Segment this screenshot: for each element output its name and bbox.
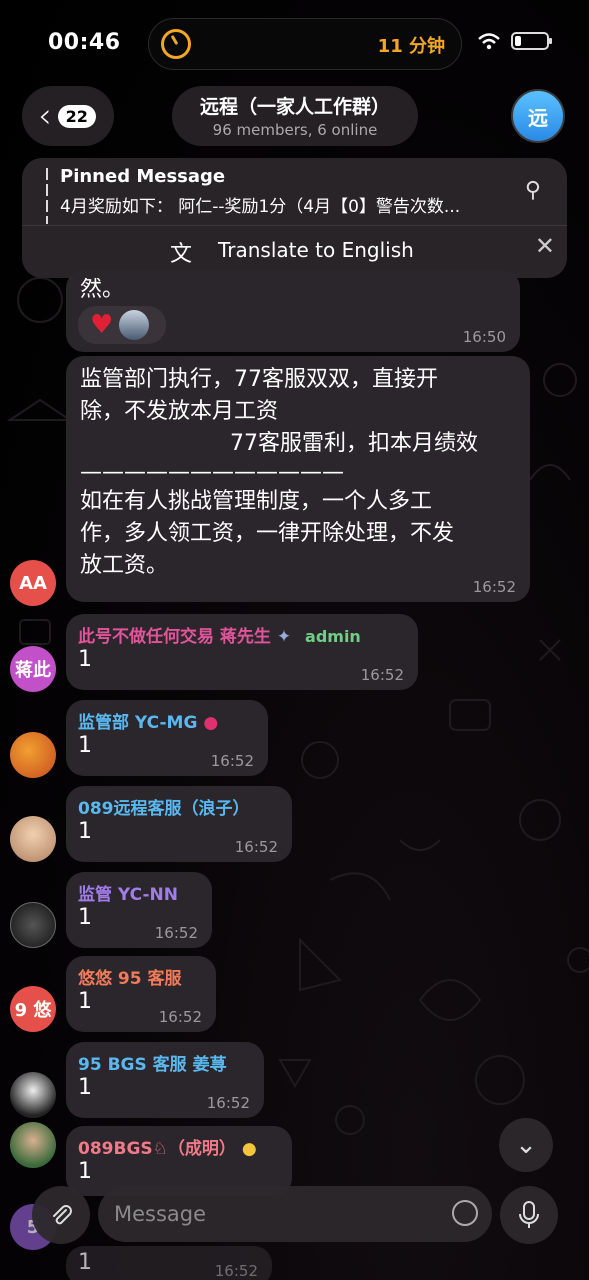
unread-count-badge: 22	[57, 104, 96, 128]
chat-avatar[interactable]: 远	[511, 89, 565, 143]
message-time: 16:52	[472, 578, 516, 596]
battery-icon	[511, 32, 552, 50]
reactor-avatar	[119, 310, 150, 340]
child-photo-avatar[interactable]	[10, 816, 56, 862]
message-text: 1	[78, 1159, 92, 1184]
message-line: ————————————	[80, 460, 344, 485]
duck-avatar[interactable]	[10, 732, 56, 778]
sender-name-text: 089BGS♘（成明）	[78, 1139, 236, 1159]
pinned-label: Pinned Message	[60, 166, 226, 187]
attach-button[interactable]	[32, 1186, 90, 1244]
emoji-icon: ●	[203, 713, 219, 733]
sender-name: 悠悠 95 客服	[78, 969, 182, 989]
message-bubble[interactable]: 然。 ♥ 16:50	[66, 270, 520, 352]
sticker-icon[interactable]	[452, 1200, 478, 1226]
message-bubble[interactable]: 监管部 YC-MG ● 1 16:52	[66, 700, 268, 776]
sender-name: 089BGS♘（成明） ●	[78, 1134, 280, 1159]
avatar[interactable]: 蒋此	[10, 646, 56, 692]
message-input[interactable]	[114, 1202, 414, 1226]
message-bubble[interactable]: 1 16:52	[66, 1246, 272, 1280]
message-time: 16:52	[206, 1094, 250, 1112]
message-line: 如在有人挑战管理制度，一个人多工	[80, 489, 433, 514]
voice-button[interactable]	[500, 1186, 558, 1244]
message-text: 然。	[80, 277, 125, 302]
translate-icon: 文	[170, 242, 193, 267]
sender-name: 95 BGS 客服 姜荨	[78, 1055, 227, 1075]
chevron-down-icon: ⌄	[515, 1130, 537, 1160]
status-time: 00:46	[48, 30, 121, 55]
avatar[interactable]: AA	[10, 560, 56, 606]
timer-icon	[161, 29, 191, 59]
wifi-icon	[478, 33, 500, 50]
pinned-text: 4月奖励如下： 阿仁--奖励1分（4月【0】警告次数...	[60, 197, 461, 217]
portrait-avatar[interactable]	[10, 1072, 56, 1118]
sender-name: 此号不做任何交易 蒋先生 ✦ admin	[78, 622, 406, 647]
message-bubble[interactable]: 此号不做任何交易 蒋先生 ✦ admin 1 16:52	[66, 614, 418, 690]
message-time: 16:52	[234, 838, 278, 856]
message-line: 作，多人领工资，一律开除处理，不发	[80, 521, 455, 546]
sender-name: 监管 YC-NN	[78, 885, 178, 905]
sender-name-text: 监管部 YC-MG	[78, 713, 198, 733]
sender-name-text: 此号不做任何交易 蒋先生	[78, 627, 271, 647]
message-field[interactable]	[98, 1186, 492, 1242]
message-line: 监管部门执行，77客服双双，直接开	[80, 367, 438, 392]
chevron-left-icon: ‹	[38, 96, 52, 136]
message-time: 16:52	[154, 924, 198, 942]
message-time: 16:50	[462, 328, 506, 346]
message-bubble[interactable]: 089远程客服（浪子） 1 16:52	[66, 786, 292, 862]
sparkle-icon: ✦	[276, 627, 292, 647]
system-icons	[477, 32, 552, 50]
chat-title: 远程（一家人工作群）	[199, 96, 390, 118]
soldier-avatar[interactable]	[10, 1122, 56, 1168]
dynamic-island[interactable]: 11 分钟	[148, 18, 462, 70]
message-bubble[interactable]: 95 BGS 客服 姜荨 1 16:52	[66, 1042, 264, 1118]
message-text: 1	[78, 647, 92, 672]
message-time: 16:52	[214, 1262, 258, 1280]
reaction-pill[interactable]: ♥	[78, 306, 166, 344]
paperclip-icon	[53, 1205, 72, 1225]
heart-icon: ♥	[90, 310, 114, 340]
pinned-panel[interactable]: Pinned Message 4月奖励如下： 阿仁--奖励1分（4月【0】警告次…	[22, 158, 567, 278]
message-line: 放工资。	[80, 553, 169, 578]
close-icon[interactable]: ✕	[535, 232, 555, 260]
message-bubble[interactable]: 监管 YC-NN 1 16:52	[66, 872, 212, 948]
message-time: 16:52	[360, 666, 404, 684]
chat-subtitle: 96 members, 6 online	[212, 121, 378, 139]
chat-title-header[interactable]: 远程（一家人工作群） 96 members, 6 online	[172, 86, 418, 146]
avatar[interactable]: 9 悠	[10, 986, 56, 1032]
bull-logo-avatar[interactable]	[10, 902, 56, 948]
sender-name: 089远程客服（浪子）	[78, 799, 250, 819]
chick-icon: ●	[241, 1139, 257, 1159]
message-time: 16:52	[210, 752, 254, 770]
scroll-down-button[interactable]: ⌄	[499, 1118, 553, 1172]
back-button[interactable]: ‹ 22	[22, 86, 114, 146]
message-time: 16:52	[158, 1008, 202, 1026]
composer	[0, 1186, 589, 1246]
status-bar: 00:46 11 分钟	[0, 0, 589, 88]
message-line: 77客服雷利，扣本月绩效	[230, 431, 478, 456]
island-timer: 11 分钟	[377, 36, 445, 57]
message-bubble[interactable]: 悠悠 95 客服 1 16:52	[66, 956, 216, 1032]
microphone-icon	[519, 1201, 539, 1228]
pin-list-icon[interactable]: ⚲	[525, 178, 541, 203]
sender-name: 监管部 YC-MG ●	[78, 708, 256, 733]
pinned-divider	[22, 225, 567, 226]
admin-badge: admin	[305, 627, 361, 646]
translate-button[interactable]: Translate to English	[218, 238, 414, 262]
pinned-indicator	[46, 168, 48, 224]
message-line: 除，不发放本月工资	[80, 399, 279, 424]
message-bubble[interactable]: 监管部门执行，77客服双双，直接开 除，不发放本月工资 77客服雷利，扣本月绩效…	[66, 356, 530, 602]
